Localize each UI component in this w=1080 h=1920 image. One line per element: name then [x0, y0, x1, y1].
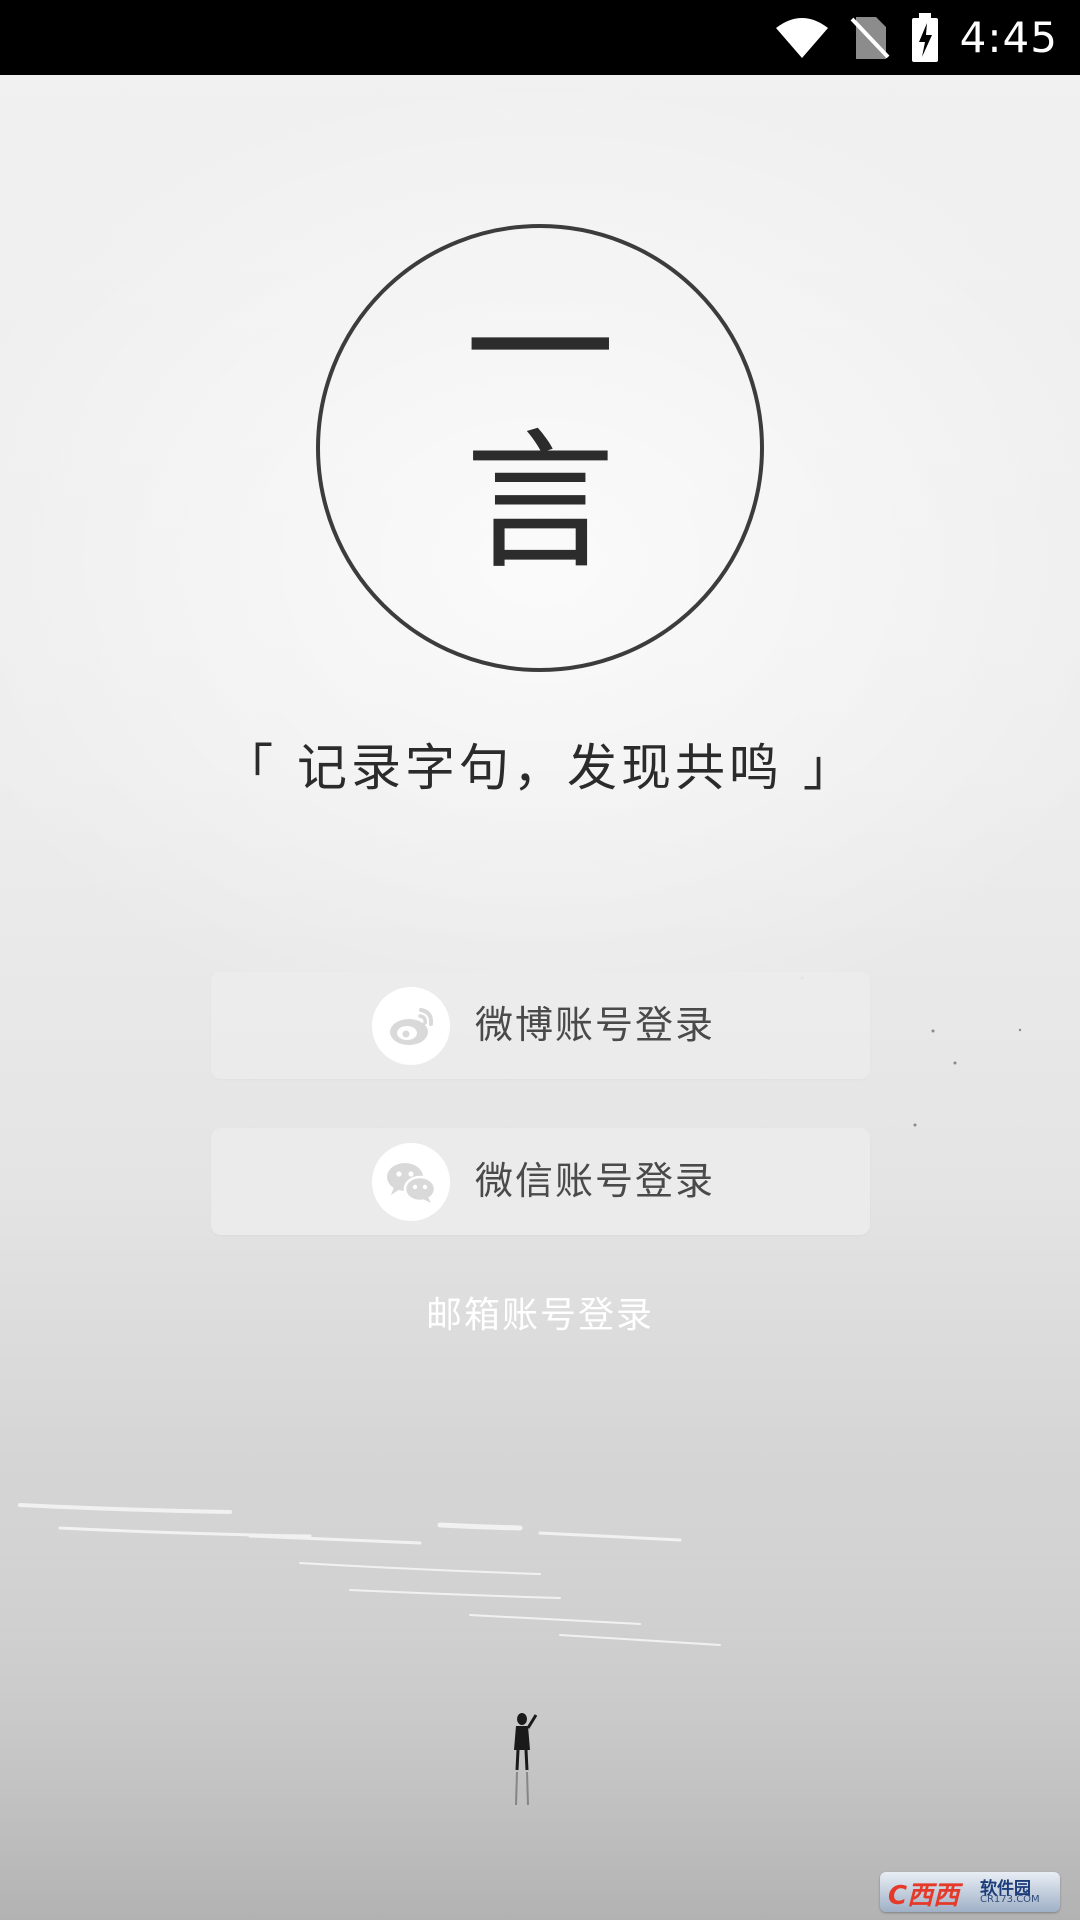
watermark-logo: C西西 软件园 CR173.COM	[880, 1872, 1060, 1912]
status-icons: 4:45	[774, 0, 1058, 75]
watermark-sub: CR173.COM	[980, 1894, 1040, 1905]
wechat-login-button[interactable]: 微信账号登录	[211, 1128, 870, 1235]
weibo-icon	[372, 987, 450, 1065]
email-login-link[interactable]: 邮箱账号登录	[0, 1286, 1080, 1338]
no-sim-icon	[850, 15, 890, 61]
wechat-login-label: 微信账号登录	[475, 1159, 716, 1203]
login-screen: 4:45 一 言 「 记录字句，发现共鸣 」 微博账号登录 微信账号登录 邮箱账…	[0, 0, 1080, 1920]
app-logo: 一 言	[316, 224, 764, 672]
battery-charging-icon	[910, 12, 940, 63]
status-time: 4:45	[959, 13, 1058, 62]
logo-char-bottom: 言	[464, 416, 615, 590]
watermark-brand: C西西	[888, 1881, 960, 1911]
logo-char-top: 一	[464, 264, 615, 438]
slogan: 「 记录字句，发现共鸣 」	[223, 739, 857, 797]
weibo-login-button[interactable]: 微博账号登录	[211, 972, 870, 1079]
wifi-icon	[774, 16, 830, 60]
status-bar: 4:45	[0, 0, 1080, 75]
wechat-icon	[372, 1143, 450, 1221]
weibo-login-label: 微博账号登录	[475, 1003, 716, 1047]
